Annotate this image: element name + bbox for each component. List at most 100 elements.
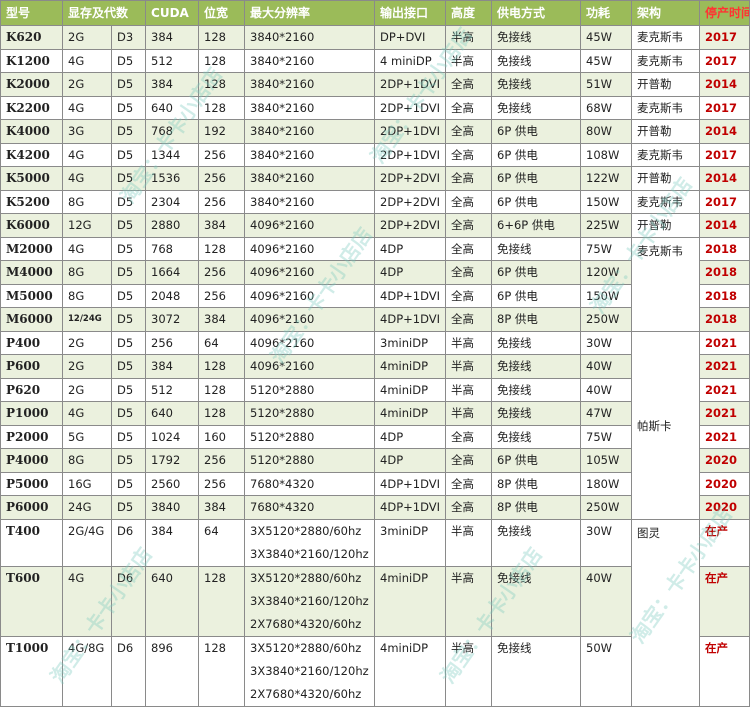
cell-model: K5000 bbox=[0, 166, 63, 191]
cell-architecture: 开普勒 bbox=[631, 119, 701, 144]
cell-discontinued: 在产 bbox=[699, 518, 750, 567]
cell-bus-width: 128 bbox=[198, 95, 246, 120]
cell-output: 2DP+2DVI bbox=[374, 213, 447, 238]
resolution-line: 3840*2160 bbox=[250, 100, 315, 115]
cell-output: DP+DVI bbox=[374, 25, 447, 50]
cell-height: 全高 bbox=[445, 72, 493, 97]
cell-cuda: 3840 bbox=[145, 495, 200, 520]
resolution-line: 5120*2880 bbox=[250, 453, 315, 468]
cell-max-resolution: 5120*2880 bbox=[244, 448, 376, 473]
cell-discontinued: 2017 bbox=[699, 25, 750, 50]
cell-max-resolution: 3840*2160 bbox=[244, 72, 376, 97]
cell-tdp: 105W bbox=[580, 448, 633, 473]
cell-bus-width: 160 bbox=[198, 424, 246, 449]
cell-tdp: 68W bbox=[580, 95, 633, 120]
resolution-line: 5120*2880 bbox=[250, 406, 315, 421]
table-row: K4000 3G D5 768 192 3840*2160 2DP+1DVI 全高 6P 供电 8… bbox=[0, 119, 750, 144]
cell-tdp: 45W bbox=[580, 25, 633, 50]
resolution-line: 3840*2160 bbox=[250, 77, 315, 92]
cell-architecture: 麦克斯韦 bbox=[631, 236, 701, 332]
cell-cuda: 512 bbox=[145, 377, 200, 402]
resolution-line: 4096*2160 bbox=[250, 218, 315, 233]
cell-cuda: 256 bbox=[145, 330, 200, 355]
cell-max-resolution: 4096*2160 bbox=[244, 260, 376, 285]
resolution-line: 5120*2880 bbox=[250, 429, 315, 444]
resolution-line: 4096*2160 bbox=[250, 359, 315, 374]
cell-architecture: 麦克斯韦 bbox=[631, 25, 701, 50]
cell-height: 全高 bbox=[445, 213, 493, 238]
cell-max-resolution: 3840*2160 bbox=[244, 166, 376, 191]
resolution-line: 4096*2160 bbox=[250, 241, 315, 256]
cell-tdp: 250W bbox=[580, 495, 633, 520]
cell-memory: 4G bbox=[62, 142, 112, 167]
cell-memory: 3G bbox=[62, 119, 112, 144]
cell-height: 半高 bbox=[445, 377, 493, 402]
table-body: K620 2G D3 384 128 3840*2160 DP+DVI 半高 免接线 45W 麦克斯… bbox=[0, 25, 750, 707]
cell-memory-gen: D5 bbox=[110, 72, 147, 97]
cell-max-resolution: 3840*2160 bbox=[244, 119, 376, 144]
cell-memory-gen: D5 bbox=[110, 166, 147, 191]
cell-memory-gen: D5 bbox=[110, 213, 147, 238]
cell-memory: 12/24G bbox=[62, 307, 112, 332]
cell-power: 6P 供电 bbox=[491, 189, 582, 214]
cell-tdp: 45W bbox=[580, 48, 633, 73]
cell-max-resolution: 7680*4320 bbox=[244, 471, 376, 496]
cell-output: 2DP+2DVI bbox=[374, 189, 447, 214]
cell-memory: 8G bbox=[62, 283, 112, 308]
cell-output: 4 miniDP bbox=[374, 48, 447, 73]
cell-model: K6000 bbox=[0, 213, 63, 238]
cell-tdp: 40W bbox=[580, 565, 633, 637]
cell-height: 全高 bbox=[445, 424, 493, 449]
cell-model: M4000 bbox=[0, 260, 63, 285]
header-cuda: CUDA bbox=[145, 0, 200, 26]
cell-power: 免接线 bbox=[491, 635, 582, 707]
table-row: K2200 4G D5 640 128 3840*2160 2DP+1DVI 全高 免接线 68W… bbox=[0, 95, 750, 120]
cell-memory: 24G bbox=[62, 495, 112, 520]
cell-tdp: 51W bbox=[580, 72, 633, 97]
cell-max-resolution: 7680*4320 bbox=[244, 495, 376, 520]
cell-tdp: 150W bbox=[580, 189, 633, 214]
cell-output: 4DP+1DVI bbox=[374, 495, 447, 520]
cell-model: K4000 bbox=[0, 119, 63, 144]
header-power: 供电方式 bbox=[491, 0, 582, 26]
cell-architecture: 麦克斯韦 bbox=[631, 48, 701, 73]
cell-max-resolution: 5120*2880 bbox=[244, 424, 376, 449]
cell-model: K2200 bbox=[0, 95, 63, 120]
cell-tdp: 80W bbox=[580, 119, 633, 144]
cell-power: 6P 供电 bbox=[491, 119, 582, 144]
cell-memory-gen: D5 bbox=[110, 471, 147, 496]
gpu-spec-table: 型号 显存及代数 CUDA 位宽 最大分辨率 输出接口 高度 供电方式 功耗 架… bbox=[0, 0, 750, 707]
cell-tdp: 40W bbox=[580, 354, 633, 379]
cell-height: 全高 bbox=[445, 495, 493, 520]
cell-model: P400 bbox=[0, 330, 63, 355]
cell-cuda: 1344 bbox=[145, 142, 200, 167]
resolution-line: 3840*2160 bbox=[250, 124, 315, 139]
cell-max-resolution: 3840*2160 bbox=[244, 189, 376, 214]
table-row: K1200 4G D5 512 128 3840*2160 4 miniDP 半高 免接线 45W… bbox=[0, 48, 750, 73]
cell-cuda: 2560 bbox=[145, 471, 200, 496]
cell-memory-gen: D5 bbox=[110, 424, 147, 449]
cell-model: P600 bbox=[0, 354, 63, 379]
table-row: P400 2G D5 256 64 4096*2160 3miniDP 半高 免接线 30W 帕斯卡… bbox=[0, 330, 750, 520]
cell-height: 全高 bbox=[445, 142, 493, 167]
cell-memory-gen: D5 bbox=[110, 260, 147, 285]
cell-bus-width: 128 bbox=[198, 354, 246, 379]
cell-discontinued: 2014 bbox=[699, 166, 750, 191]
cell-memory: 4G bbox=[62, 166, 112, 191]
cell-bus-width: 384 bbox=[198, 213, 246, 238]
cell-output: 4DP+1DVI bbox=[374, 307, 447, 332]
cell-cuda: 384 bbox=[145, 518, 200, 567]
cell-tdp: 120W bbox=[580, 260, 633, 285]
cell-power: 6P 供电 bbox=[491, 260, 582, 285]
header-height: 高度 bbox=[445, 0, 493, 26]
cell-memory-gen: D5 bbox=[110, 401, 147, 426]
cell-memory-gen: D6 bbox=[110, 635, 147, 707]
resolution-line: 3X5120*2880/60hz bbox=[250, 640, 362, 655]
cell-output: 4miniDP bbox=[374, 565, 447, 637]
cell-tdp: 250W bbox=[580, 307, 633, 332]
cell-cuda: 384 bbox=[145, 354, 200, 379]
cell-bus-width: 256 bbox=[198, 260, 246, 285]
cell-power: 免接线 bbox=[491, 424, 582, 449]
cell-memory: 4G/8G bbox=[62, 635, 112, 707]
cell-memory: 4G bbox=[62, 236, 112, 261]
